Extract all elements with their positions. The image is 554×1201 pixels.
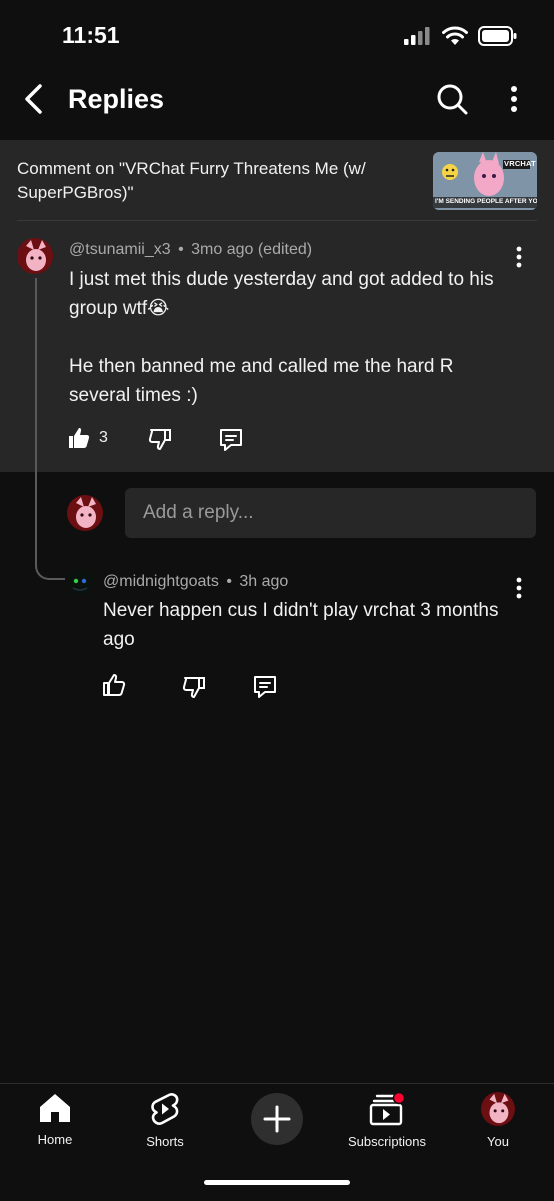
battery-icon [478,26,517,46]
avatar-image [481,1092,515,1126]
divider [17,220,537,221]
nav-shorts-label: Shorts [146,1134,184,1149]
video-thumbnail[interactable]: VRCHAT I'M SENDING PEOPLE AFTER YOU! [433,152,537,210]
comment-icon [220,429,242,451]
meta-separator: • [178,241,184,258]
chevron-left-icon [25,84,42,114]
subscriptions-icon [369,1092,405,1126]
reply-author[interactable]: @midnightgoats [103,573,219,590]
nav-you-label: You [487,1134,509,1149]
thumbnail-badge: VRCHAT [504,159,536,168]
reply-dislike-button[interactable] [182,675,206,704]
signal-icon [404,27,430,45]
reply-options-button[interactable] [509,573,529,603]
comment-author-avatar[interactable] [17,238,53,274]
create-button[interactable] [251,1093,303,1145]
reply-input-box[interactable] [125,488,536,538]
nav-subscriptions-label: Subscriptions [347,1134,427,1149]
reply-author-avatar[interactable] [67,569,93,595]
shorts-icon [151,1093,179,1125]
avatar-image [17,238,53,274]
thread-line [35,278,65,580]
search-icon [437,84,468,115]
reply-reply-button[interactable] [252,675,278,704]
reply-meta: @midnightgoats • 3h ago [103,573,288,591]
meta-separator: • [226,573,232,590]
like-button[interactable]: 3 [67,426,108,450]
comment-icon [254,676,276,698]
page-title: Replies [68,84,165,114]
status-time: 11:51 [62,22,120,48]
comment-text: I just met this dude yesterday and got a… [69,269,494,406]
thumbs-down-icon [148,429,171,450]
notification-dot [392,1092,405,1105]
video-context-text[interactable]: Comment on "VRChat Furry Threatens Me (w… [17,157,407,205]
home-indicator [204,1180,350,1185]
nav-home[interactable]: Home [0,1092,110,1147]
thumbs-up-icon [103,674,126,696]
current-user-avatar [67,495,103,531]
nav-you[interactable]: You [443,1092,553,1149]
comment-author[interactable]: @tsunamii_x3 [69,241,171,258]
status-icons [404,26,518,46]
avatar-image [67,569,93,595]
search-button[interactable] [434,80,470,118]
back-button[interactable] [18,80,50,118]
more-vert-icon [516,577,522,599]
reply-like-button[interactable] [102,673,126,702]
comment-meta: @tsunamii_x3 • 3mo ago (edited) [69,241,312,259]
reply-time: 3h ago [239,573,289,590]
plus-icon [263,1105,291,1133]
avatar [481,1092,515,1126]
dislike-button[interactable] [148,427,172,456]
thumbnail-caption: I'M SENDING PEOPLE AFTER YOU! [435,198,537,205]
comment-time: 3mo ago (edited) [191,241,313,258]
more-options-button[interactable] [500,80,528,118]
nav-subscriptions[interactable]: Subscriptions [332,1092,442,1149]
home-icon [40,1094,70,1122]
nav-shorts[interactable]: Shorts [110,1092,220,1149]
nav-home-label: Home [37,1132,73,1147]
reply-text: Never happen cus I didn't play vrchat 3 … [103,600,499,650]
more-vert-icon [511,86,517,112]
reply-button[interactable] [218,428,244,457]
thumbs-up-icon [69,428,90,448]
reply-input[interactable] [125,488,523,538]
like-count: 3 [99,429,108,446]
wifi-icon [442,26,468,45]
avatar-image [67,495,103,531]
thumbs-down-icon [182,677,205,698]
